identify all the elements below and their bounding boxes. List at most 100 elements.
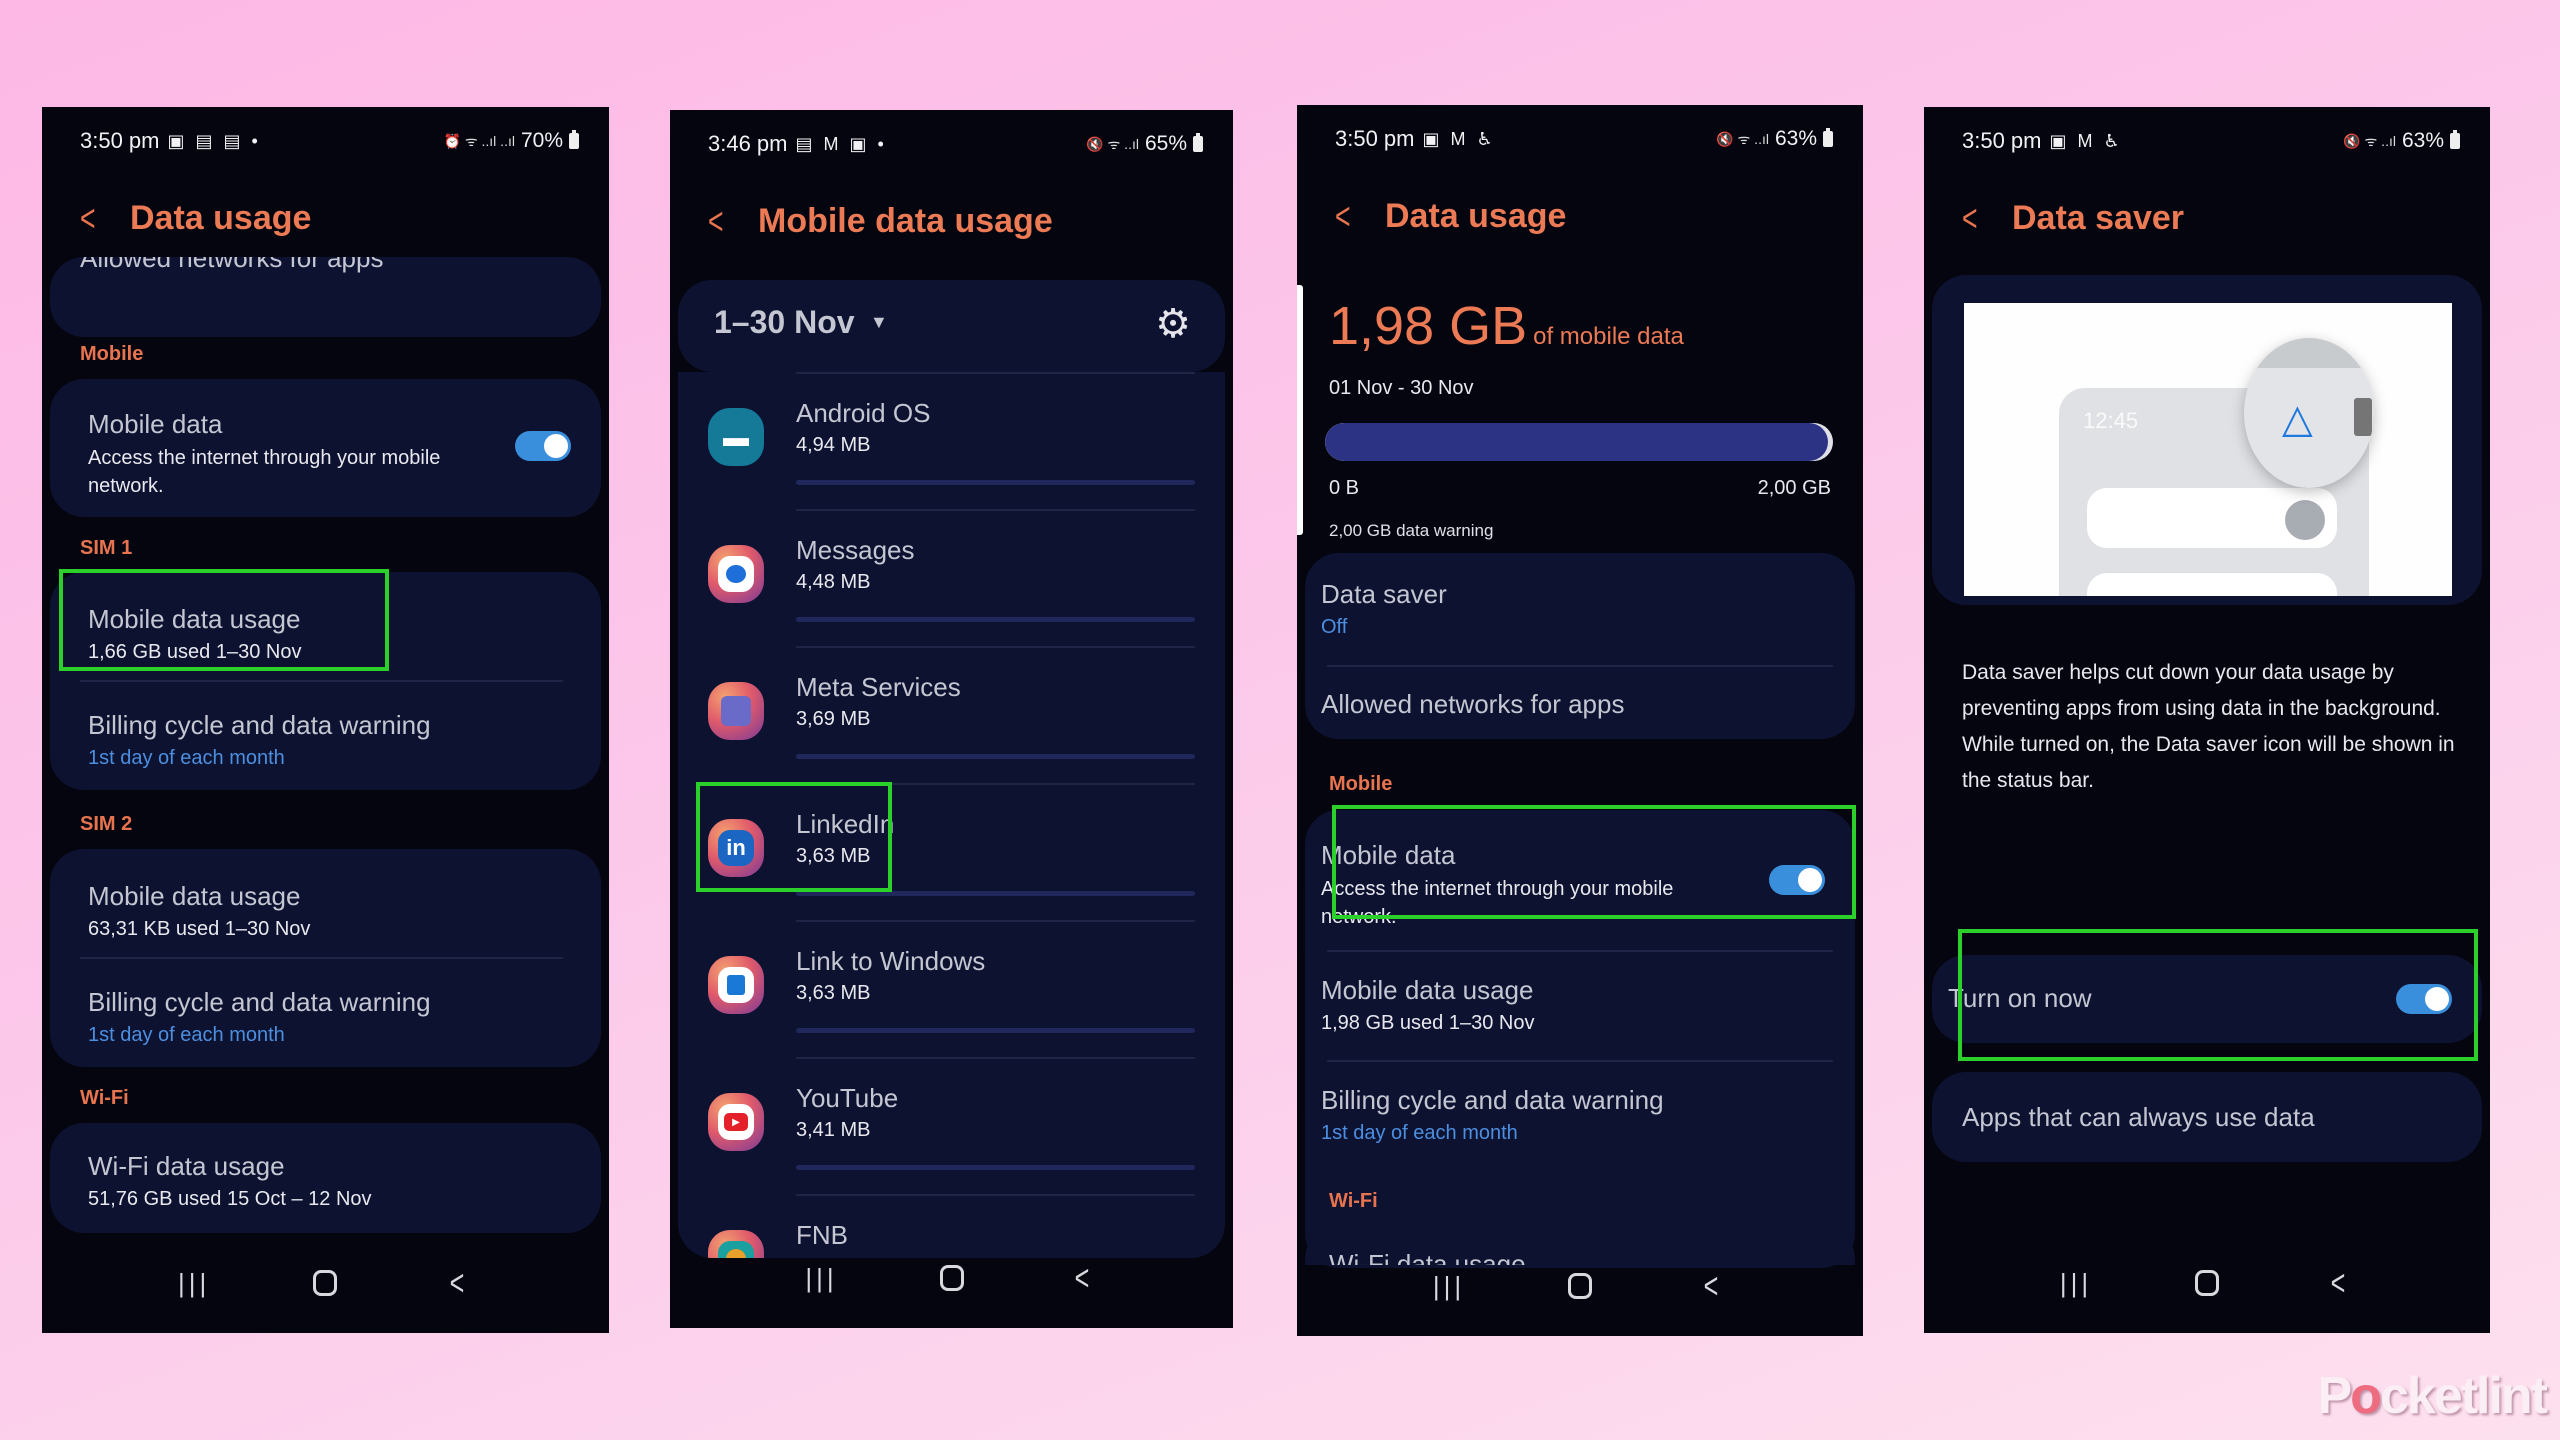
back-arrow-icon[interactable]: < xyxy=(1962,200,1997,238)
recents-icon[interactable]: ||| xyxy=(169,1268,219,1299)
back-arrow-icon[interactable]: < xyxy=(1335,198,1370,236)
section-header-wifi: Wi-Fi xyxy=(80,1087,129,1109)
app-size: 3,63 MB xyxy=(796,982,871,1004)
screen-mobile-data-usage: 3:46 pm ▤ M ▣ • 🔇 ᯤ ..ıl 65% < Mobile da… xyxy=(670,110,1233,1328)
back-icon[interactable]: < xyxy=(2321,1262,2356,1304)
item-title: Wi-Fi data usage xyxy=(88,1151,285,1181)
status-time: 3:50 pm xyxy=(1335,126,1415,151)
app-name: YouTube xyxy=(796,1083,899,1113)
back-icon[interactable]: < xyxy=(439,1262,474,1304)
navigation-bar: ||| < xyxy=(670,1228,1233,1328)
mobile-data-card[interactable]: Mobile data Access the internet through … xyxy=(50,379,601,517)
allowed-networks-card[interactable]: Allowed networks for apps xyxy=(50,257,601,337)
recents-icon[interactable]: ||| xyxy=(797,1263,847,1294)
recents-icon[interactable]: ||| xyxy=(1424,1271,1474,1302)
gear-icon[interactable]: ⚙ xyxy=(1151,302,1195,346)
data-saver-illustration: 12:45 △ xyxy=(1964,303,2452,596)
app-size: 4,48 MB xyxy=(796,571,871,593)
signal-icons: 🔇 ᯤ ..ıl xyxy=(2343,132,2396,149)
wifi-data-usage[interactable]: Wi-Fi data usage 51,76 GB used 15 Oct – … xyxy=(88,1151,571,1211)
navigation-bar: ||| < xyxy=(42,1233,609,1333)
home-icon[interactable] xyxy=(939,1265,964,1291)
divider xyxy=(1327,950,1833,952)
item-subtitle: 1,98 GB used 1–30 Nov xyxy=(1321,1012,1535,1034)
allowed-networks-label: Allowed networks for apps xyxy=(80,257,384,273)
youtube-icon: ▶ xyxy=(708,1093,764,1151)
app-row[interactable]: ▬ Android OS 4,94 MB xyxy=(678,372,1225,509)
highlight-box xyxy=(1332,805,1856,919)
date-range-dropdown[interactable]: 1–30 Nov xyxy=(714,304,855,341)
mobile-data-toggle[interactable] xyxy=(515,431,571,461)
notification-icons: ▣ M ♿ xyxy=(1422,128,1496,149)
home-icon[interactable] xyxy=(1568,1273,1592,1299)
app-name: Meta Services xyxy=(796,672,961,702)
billing-cycle-item[interactable]: Billing cycle and data warning 1st day o… xyxy=(1321,1085,1825,1145)
screen-data-usage-summary: 3:50 pm ▣ M ♿ 🔇 ᯤ ..ıl 63% < Data usage … xyxy=(1297,105,1863,1336)
home-icon[interactable] xyxy=(2195,1270,2219,1296)
mobile-data-usage-item[interactable]: Mobile data usage 1,98 GB used 1–30 Nov xyxy=(1321,975,1825,1035)
divider xyxy=(796,509,1195,511)
item-title: Mobile data usage xyxy=(88,881,301,911)
usage-amount: 1,98 GB xyxy=(1329,296,1528,356)
sim2-billing-cycle[interactable]: Billing cycle and data warning 1st day o… xyxy=(88,987,571,1047)
battery-icon xyxy=(1193,133,1203,152)
sim1-billing-cycle[interactable]: Billing cycle and data warning 1st day o… xyxy=(88,710,571,770)
page-title: Data usage xyxy=(130,199,312,237)
mobile-data-title: Mobile data xyxy=(88,409,223,439)
item-subtitle: 51,76 GB used 15 Oct – 12 Nov xyxy=(88,1188,372,1210)
wifi-card: Wi-Fi data usage 51,76 GB used 15 Oct – … xyxy=(50,1123,601,1233)
signal-icons: ⏰ ᯤ ..ıl ..ıl xyxy=(443,132,515,149)
dropdown-caret-icon[interactable]: ▼ xyxy=(870,312,888,333)
highlight-box xyxy=(696,782,892,892)
notification-icons: ▤ M ▣ • xyxy=(795,133,887,154)
apps-always-use-data-row[interactable]: Apps that can always use data xyxy=(1932,1072,2482,1162)
item-title: Mobile data usage xyxy=(1321,975,1534,1005)
divider xyxy=(796,1057,1195,1059)
data-saver-item[interactable]: Data saver Off xyxy=(1321,579,1825,639)
scroll-indicator[interactable] xyxy=(1297,285,1303,535)
notification-icons: ▣ M ♿ xyxy=(2049,130,2123,151)
pocketlint-logo: Pocketlint xyxy=(2317,1367,2548,1425)
apps-always-use-data-label: Apps that can always use data xyxy=(1962,1102,2315,1132)
app-bar: < Data usage xyxy=(1335,197,1566,236)
app-row[interactable]: ▶ YouTube 3,41 MB xyxy=(678,1057,1225,1194)
usage-bar-max: 2,00 GB xyxy=(1757,477,1831,499)
usage-bar xyxy=(796,754,1195,759)
recents-icon[interactable]: ||| xyxy=(2051,1268,2101,1299)
allowed-networks-item[interactable]: Allowed networks for apps xyxy=(1321,689,1825,720)
app-size: 3,41 MB xyxy=(796,1119,871,1141)
screen-data-usage-sim: 3:50 pm ▣ ▤ ▤ • ⏰ ᯤ ..ıl ..ıl 70% < Data… xyxy=(42,107,609,1333)
divider xyxy=(80,680,563,682)
app-name: Link to Windows xyxy=(796,946,986,976)
divider xyxy=(796,1194,1195,1196)
app-row[interactable]: Link to Windows 3,63 MB xyxy=(678,920,1225,1057)
page-title: Data saver xyxy=(2012,199,2185,237)
divider xyxy=(796,646,1195,648)
back-arrow-icon[interactable]: < xyxy=(708,203,743,241)
usage-unit-label: of mobile data xyxy=(1533,323,1684,350)
home-icon[interactable] xyxy=(313,1270,338,1296)
signal-icons: 🔇 ᯤ ..ıl xyxy=(1716,130,1769,147)
app-name: Messages xyxy=(796,535,915,565)
notification-icons: ▣ ▤ ▤ • xyxy=(167,130,261,151)
section-header-wifi: Wi-Fi xyxy=(1329,1190,1378,1212)
mobile-data-subtitle: Access the internet through your mobile … xyxy=(88,447,441,497)
item-title: Billing cycle and data warning xyxy=(88,987,431,1017)
item-title: Data saver xyxy=(1321,579,1447,609)
data-warning-label: 2,00 GB data warning xyxy=(1329,521,1494,540)
battery-percent: 70% xyxy=(520,129,563,152)
back-icon[interactable]: < xyxy=(1694,1265,1729,1307)
battery-icon xyxy=(569,130,579,149)
usage-bar xyxy=(796,617,1195,622)
sim2-mobile-data-usage[interactable]: Mobile data usage 63,31 KB used 1–30 Nov xyxy=(88,881,571,941)
back-arrow-icon[interactable]: < xyxy=(80,200,115,238)
app-row[interactable]: Meta Services 3,69 MB xyxy=(678,646,1225,783)
data-saver-description: Data saver helps cut down your data usag… xyxy=(1962,661,2455,792)
android-icon: ▬ xyxy=(708,408,764,466)
status-time: 3:50 pm xyxy=(80,128,160,153)
usage-bar-min: 0 B xyxy=(1329,477,1360,499)
page-title: Data usage xyxy=(1385,197,1567,235)
app-row[interactable]: Messages 4,48 MB xyxy=(678,509,1225,646)
item-title: Allowed networks for apps xyxy=(1321,689,1625,719)
back-icon[interactable]: < xyxy=(1064,1257,1099,1299)
